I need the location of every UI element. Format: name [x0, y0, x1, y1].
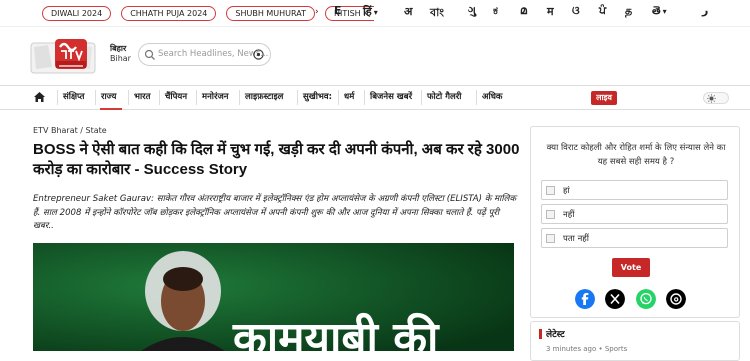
nav-item-photo-gallery[interactable]: फोटो गैलरी [427, 86, 461, 109]
x-icon[interactable] [605, 289, 625, 309]
poll-question: क्या विराट कोहली और रोहित शर्मा के लिए स… [546, 143, 726, 167]
search-submit-icon[interactable] [253, 49, 264, 60]
hero-text: कामयाबी की [233, 313, 439, 352]
lang-bangla[interactable]: বাং [430, 4, 444, 23]
nav-item-lifestyle[interactable]: लाइफ़स्टाइल [245, 86, 283, 109]
poll-option-label: नहीं [563, 210, 575, 220]
state-label: बिहार Bihar [110, 44, 131, 64]
article-headline: BOSS ने ऐसी बात कही कि दिल में चुभ गई, ख… [33, 141, 520, 178]
nav-divider [57, 90, 58, 105]
nav-divider [338, 90, 339, 105]
nav-divider [159, 90, 160, 105]
nav-divider [196, 90, 197, 105]
tag-diwali[interactable]: DIWALI 2024 [42, 6, 112, 21]
lang-tamil[interactable]: த [625, 4, 632, 19]
breadcrumb[interactable]: ETV Bharat / State [33, 126, 107, 135]
threads-icon[interactable] [666, 289, 686, 309]
facebook-icon[interactable] [575, 289, 595, 309]
latest-meta: 3 minutes ago • Sports [546, 345, 628, 353]
state-label-hindi: बिहार [110, 44, 127, 53]
search-input[interactable]: Search Headlines, News... [138, 43, 271, 66]
nav-item-bharat[interactable]: भारत [134, 86, 151, 109]
lang-marathi[interactable]: म [547, 4, 554, 19]
home-icon[interactable] [33, 91, 46, 103]
lang-odia[interactable]: ଓ [572, 4, 580, 18]
nav-divider [95, 90, 96, 105]
poll-widget: क्या विराट कोहली और रोहित शर्मा के लिए स… [530, 126, 740, 318]
main-nav: संक्षिप्त राज्य भारत चैंपियन मनोरंजन लाइ… [0, 85, 750, 110]
nav-item-business[interactable]: बिजनेस खबरें [370, 86, 412, 109]
whatsapp-icon[interactable] [636, 289, 656, 309]
nav-item-more[interactable]: अधिक [482, 86, 502, 109]
poll-checkbox[interactable] [546, 234, 555, 243]
tags-next-arrow-icon[interactable]: › [315, 7, 319, 17]
nav-item-champion[interactable]: चैंपियन [165, 86, 187, 109]
latest-section: लेटेस्ट 3 minutes ago • Sports [530, 321, 740, 361]
search-icon [144, 49, 155, 60]
tag-chhath-puja[interactable]: CHHATH PUJA 2024 [121, 6, 217, 21]
poll-option-no[interactable]: नहीं [541, 204, 728, 224]
live-button[interactable]: लाइव [591, 91, 617, 105]
lang-hindi[interactable]: हिं ▾ [363, 4, 378, 19]
poll-option-label: हां [563, 186, 570, 196]
nav-item-sukhibhav[interactable]: सुखीभव: [303, 86, 332, 109]
lang-gujarati[interactable]: ગુ [468, 4, 476, 18]
lang-punjabi[interactable]: ਪੰ [599, 4, 606, 18]
latest-accent-bar [539, 329, 542, 339]
nav-divider [476, 90, 477, 105]
state-label-english: Bihar [110, 54, 131, 63]
chevron-down-icon: ▾ [662, 7, 667, 16]
tag-shubh-muhurat[interactable]: SHUBH MUHURAT [226, 6, 315, 21]
vote-button[interactable]: Vote [612, 258, 650, 277]
nav-divider [297, 90, 298, 105]
lang-urdu[interactable]: ر [702, 4, 708, 17]
poll-option-label: पता नहीं [563, 234, 590, 244]
lang-malayalam[interactable]: മ [520, 4, 527, 18]
nav-item-manoranjan[interactable]: मनोरंजन [202, 86, 229, 109]
nav-divider [239, 90, 240, 105]
lang-kannada[interactable]: ಕ [493, 4, 498, 18]
site-header: बिहार Bihar Search Headlines, News... [0, 27, 750, 85]
poll-checkbox[interactable] [546, 186, 555, 195]
lang-telugu[interactable]: తె ▾ [652, 4, 667, 20]
etv-bharat-logo[interactable] [28, 37, 98, 77]
nav-item-rajya[interactable]: राज्य [101, 86, 116, 109]
sun-icon [707, 94, 716, 103]
article-hero-image: कामयाबी की [33, 243, 514, 351]
theme-toggle[interactable] [703, 92, 729, 104]
search-placeholder: Search Headlines, News... [158, 49, 269, 59]
nav-item-dharm[interactable]: धर्म [344, 86, 354, 109]
poll-option-dont-know[interactable]: पता नहीं [541, 228, 728, 248]
nav-divider [364, 90, 365, 105]
poll-option-yes[interactable]: हां [541, 180, 728, 200]
top-bar: DIWALI 2024 CHHATH PUJA 2024 SHUBH MUHUR… [0, 0, 750, 27]
chevron-down-icon: ▾ [373, 8, 378, 17]
poll-checkbox[interactable] [546, 210, 555, 219]
lang-english[interactable]: E [334, 4, 342, 17]
nav-item-sankshipt[interactable]: संक्षिप्त [63, 86, 85, 109]
lang-assamese[interactable]: अ [404, 4, 412, 19]
nav-active-indicator [100, 108, 122, 110]
language-selector: E हिं ▾ अ বাং ગુ ಕ മ म ଓ ਪੰ த తె ▾ ر [332, 4, 750, 22]
nav-divider [128, 90, 129, 105]
article-summary: Entrepreneur Saket Gaurav: साकेत गौरव अं… [33, 194, 517, 231]
trending-tags: DIWALI 2024 CHHATH PUJA 2024 SHUBH MUHUR… [42, 6, 375, 21]
nav-divider [421, 90, 422, 105]
latest-title: लेटेस्ट [546, 330, 565, 340]
